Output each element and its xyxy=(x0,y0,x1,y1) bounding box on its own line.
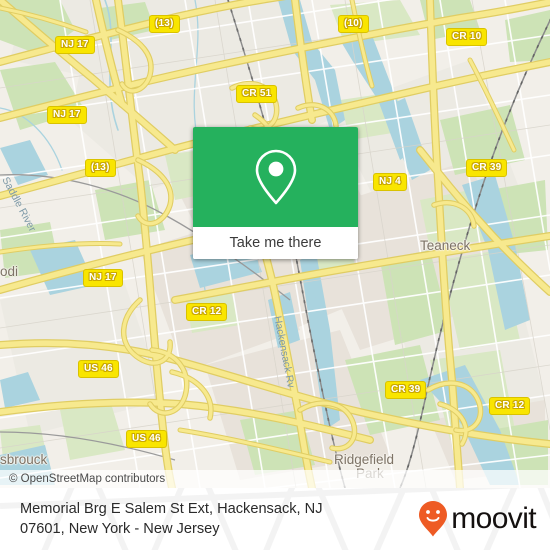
road-shield-nj17-mid[interactable]: NJ 17 xyxy=(83,269,123,287)
road-shield-cr12-mid[interactable]: CR 12 xyxy=(186,303,228,321)
road-shield-cr39-south[interactable]: CR 39 xyxy=(385,381,427,399)
footer-content: Memorial Brg E Salem St Ext, Hackensack,… xyxy=(0,488,550,550)
map-canvas[interactable]: .w { fill: #aad3df; } .pk { fill: #cde3b… xyxy=(0,0,550,488)
address-line-2: 07601, New York - New Jersey xyxy=(20,521,220,537)
address-line-1: Memorial Brg E Salem St Ext, Hackensack,… xyxy=(20,501,323,517)
take-me-there-label: Take me there xyxy=(229,235,322,251)
location-address: Memorial Brg E Salem St Ext, Hackensack,… xyxy=(20,499,323,539)
take-me-there-button[interactable]: Take me there xyxy=(193,227,358,259)
road-shield-nj17-north[interactable]: NJ 17 xyxy=(55,36,95,54)
road-shield-cr10[interactable]: CR 10 xyxy=(446,28,488,46)
location-popup[interactable]: Take me there xyxy=(193,127,358,259)
road-shield-cr39-north[interactable]: CR 39 xyxy=(466,159,508,177)
moovit-pin-icon xyxy=(419,501,448,537)
road-shield-13-west[interactable]: (13) xyxy=(85,159,116,177)
location-pin-icon xyxy=(255,149,296,205)
road-shield-10[interactable]: (10) xyxy=(338,15,369,33)
attribution-text[interactable]: © OpenStreetMap contributors xyxy=(0,473,165,485)
map-attribution: © OpenStreetMap contributors xyxy=(0,470,550,488)
road-shield-nj17-upper[interactable]: NJ 17 xyxy=(47,106,87,124)
footer-bar: Memorial Brg E Salem St Ext, Hackensack,… xyxy=(0,488,550,550)
road-shield-13-north[interactable]: (13) xyxy=(149,15,180,33)
road-shield-cr51[interactable]: CR 51 xyxy=(236,85,278,103)
moovit-wordmark: moovit xyxy=(451,502,536,535)
road-shield-nj4[interactable]: NJ 4 xyxy=(373,173,407,191)
moovit-logo[interactable]: moovit xyxy=(418,500,537,538)
moovit-location-card: .w { fill: #aad3df; } .pk { fill: #cde3b… xyxy=(0,0,550,550)
popup-header xyxy=(193,127,358,227)
road-shield-us46-lower[interactable]: US 46 xyxy=(126,430,167,448)
road-shield-us46-upper[interactable]: US 46 xyxy=(78,360,119,378)
road-shield-cr12-south[interactable]: CR 12 xyxy=(489,397,531,415)
